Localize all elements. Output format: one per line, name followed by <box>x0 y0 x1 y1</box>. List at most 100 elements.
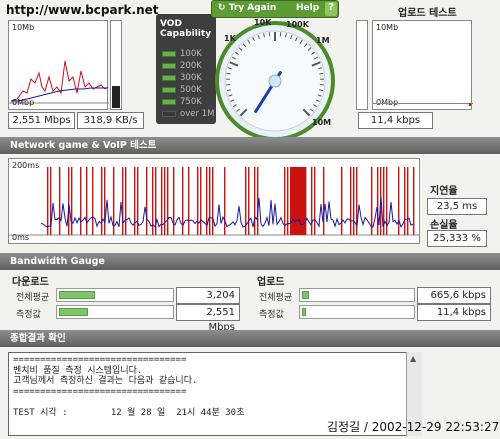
upload-avg-value: 665,6 kbps <box>417 287 491 304</box>
loss-bar <box>68 167 70 235</box>
upload-cur-value: 11,4 kbps <box>417 304 491 321</box>
dial-tick <box>226 72 231 75</box>
upload-side-meter <box>356 20 368 110</box>
network-latency-plot <box>9 167 419 236</box>
refresh-icon: ↻ <box>218 3 229 13</box>
download-side-meter <box>110 20 122 110</box>
loss-bar <box>209 167 211 235</box>
upload-cur-label: 측정값 <box>259 310 284 320</box>
help-button[interactable]: Help <box>296 3 319 13</box>
loss-bar <box>197 167 199 235</box>
dial-tick <box>319 72 324 75</box>
download-cur-label: 측정값 <box>16 310 41 320</box>
download-gauge-title: 다운로드 <box>12 277 49 288</box>
latency-value: 23,5 ms <box>427 198 487 215</box>
vod-led <box>162 86 176 93</box>
loss-bar <box>248 167 250 235</box>
dial-label-100k: 100K <box>286 20 309 29</box>
loss-value: 25,333 % <box>427 230 487 247</box>
vod-led <box>162 74 176 81</box>
loss-bar <box>353 167 355 235</box>
upload-speed: 11,4 kbps <box>358 112 433 129</box>
download-series-red <box>10 60 109 102</box>
loss-bar <box>80 167 82 235</box>
dial-label-1k: 1K <box>224 34 236 43</box>
site-watermark: http://www.bcpark.net <box>6 3 159 17</box>
upload-cur-gauge-fill <box>302 308 306 316</box>
loss-bar <box>224 167 226 235</box>
download-speed-mbps: 2,551 Mbps <box>8 112 75 129</box>
loss-bar <box>377 167 379 235</box>
loss-bar <box>296 167 299 235</box>
loss-bar <box>122 167 124 235</box>
network-graph: 200ms 0ms <box>8 158 420 244</box>
upload-avg-label: 전체평균 <box>259 293 293 303</box>
loss-bar <box>293 167 296 235</box>
loss-bar <box>305 167 307 235</box>
vod-level-300k: 300K <box>162 73 202 83</box>
download-cur-gauge <box>56 305 174 319</box>
loss-bar <box>86 167 88 235</box>
bandwidth-section-header: Bandwidth Gauge <box>0 253 500 270</box>
loss-bar <box>71 167 73 235</box>
vod-led <box>162 98 176 105</box>
upload-gauge-panel: 업로드 전체평균 665,6 kbps 측정값 11,4 kbps <box>253 273 493 321</box>
loss-bar <box>125 167 127 235</box>
loss-bar <box>47 167 49 235</box>
network-ymax: 200ms <box>12 161 40 170</box>
loss-bar <box>101 167 103 235</box>
upload-graph-baseline <box>373 103 473 104</box>
upload-gauge-title: 업로드 <box>257 277 285 288</box>
download-side-meter-fill <box>112 86 120 108</box>
download-avg-label: 전체평균 <box>16 293 50 303</box>
latency-label: 지연율 <box>430 186 458 197</box>
loss-bar <box>371 167 373 235</box>
upload-cur-gauge <box>299 305 415 319</box>
loss-label: 손실율 <box>430 220 458 231</box>
loss-bar <box>146 167 148 235</box>
download-avg-gauge-fill <box>59 291 95 299</box>
vod-level-750k: 750K <box>162 97 202 107</box>
upload-graph: 10Mb 0Mbp <box>372 20 473 110</box>
upload-test-title: 업로드 테스트 <box>398 8 457 19</box>
network-section-header: Network game & VoIP 테스트 <box>0 137 500 154</box>
loss-bar <box>104 167 106 235</box>
loss-bar <box>212 167 214 235</box>
upload-ymax: 10Mb <box>376 23 399 32</box>
dial-toolbar: ↻ Try Again Help ? <box>211 0 339 18</box>
loss-bar <box>350 167 352 235</box>
download-avg-value: 3,204 Mbps <box>176 287 240 316</box>
scroll-up-arrow[interactable]: ▲ <box>410 354 416 363</box>
dial-label-10k: 10K <box>254 18 272 27</box>
loss-bar <box>257 167 259 235</box>
vod-led <box>162 110 176 117</box>
download-speed-kbs: 318,9 KB/s <box>77 112 144 129</box>
download-gauge-panel: 다운로드 전체평균 3,204 Mbps 측정값 2,551 Mbps <box>8 273 243 333</box>
loss-bar <box>134 167 136 235</box>
dial-label-1m: 1M <box>316 36 330 45</box>
loss-bar <box>398 167 400 235</box>
loss-bar <box>290 167 293 235</box>
vod-led <box>162 50 176 57</box>
loss-bar <box>188 167 190 235</box>
loss-bar <box>413 167 415 235</box>
loss-bar <box>59 167 61 235</box>
download-avg-gauge <box>56 288 174 302</box>
loss-bar <box>404 167 406 235</box>
loss-bar <box>323 167 325 235</box>
vod-led <box>162 62 176 69</box>
vod-level-500k: 500K <box>162 85 202 95</box>
loss-bar <box>164 167 166 235</box>
loss-bar <box>200 167 202 235</box>
loss-bar <box>167 167 169 235</box>
network-ymin: 0ms <box>12 233 30 242</box>
download-graph: 10Mb 0Mbp <box>8 20 109 110</box>
loss-bar <box>341 167 343 235</box>
download-cur-gauge-fill <box>59 308 88 316</box>
help-icon[interactable]: ? <box>325 2 337 16</box>
try-again-button[interactable]: ↻ Try Again <box>218 3 276 13</box>
upload-graph-bar <box>469 103 471 106</box>
loss-bar <box>314 167 316 235</box>
vod-level-100k: 100K <box>162 49 202 59</box>
summary-section-header: 종합결과 확인 <box>0 330 500 347</box>
